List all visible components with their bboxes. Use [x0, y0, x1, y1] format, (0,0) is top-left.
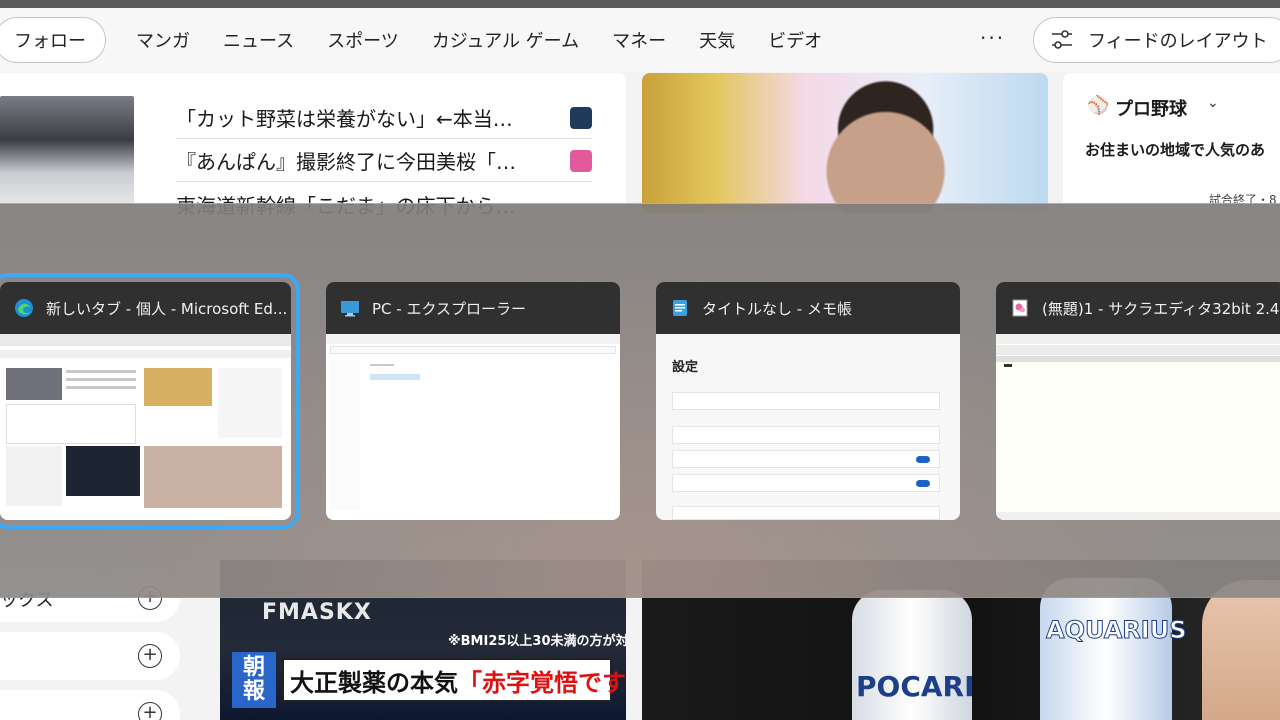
news-headline: 「カット野菜は栄養がない」←本当…	[176, 107, 513, 131]
plus-icon[interactable]: +	[138, 702, 162, 720]
news-item[interactable]: 『あんぱん』撮影終了に今田美桜「…	[176, 140, 592, 182]
window-thumbnail	[996, 334, 1280, 520]
browser-top-strip	[0, 0, 1280, 8]
follow-button[interactable]: フォロー	[0, 17, 106, 63]
thumb-list	[6, 446, 62, 506]
baseball-bat-icon: ⚾	[1087, 95, 1110, 116]
badge-char: 報	[242, 679, 265, 704]
feed-navigation: フォロー マンガ ニュース スポーツ カジュアル ゲーム マネー 天気 ビデオ …	[0, 8, 1280, 72]
baseball-team-thumbnail[interactable]	[0, 96, 134, 206]
sliders-icon	[1052, 30, 1072, 49]
monitor-icon	[341, 301, 359, 317]
switcher-window-notepad[interactable]: タイトルなし - メモ帳 設定	[656, 282, 960, 520]
thumb-image	[66, 446, 140, 496]
source-logo-icon	[570, 106, 592, 129]
feed-tabs: マンガ ニュース スポーツ カジュアル ゲーム マネー 天気 ビデオ	[136, 8, 855, 72]
tab-video[interactable]: ビデオ	[768, 27, 822, 53]
pro-baseball-card: ⚾ プロ野球 ⌄ お住まいの地域で人気のあ 試合終了・8	[1063, 73, 1280, 213]
chevron-down-icon[interactable]: ⌄	[1207, 95, 1219, 111]
notepad-icon	[673, 300, 687, 316]
feed-layout-button[interactable]: フィードのレイアウト	[1033, 17, 1280, 63]
tab-news[interactable]: ニュース	[223, 27, 294, 53]
task-switcher: 新しいタブ - 個人 - Microsoft Ed... PC - エクスプロー…	[0, 203, 1280, 598]
bottle-label: AQUARIUS	[1045, 616, 1187, 645]
headline-banner: 大正製薬の本気 「赤字覚悟です」	[282, 658, 626, 702]
plus-icon[interactable]: +	[138, 644, 162, 668]
list-item[interactable]: +	[0, 632, 180, 680]
thumb-toggle	[916, 456, 930, 463]
thumb-cursor	[1004, 364, 1012, 367]
fmaskx-text: FMASKX	[262, 600, 372, 625]
thumb-scores	[218, 368, 282, 438]
window-thumbnail	[0, 334, 291, 520]
window-thumbnail: 設定	[656, 334, 960, 520]
thumb-line	[66, 370, 136, 373]
tab-sports[interactable]: スポーツ	[327, 27, 399, 53]
thumb-line	[370, 364, 394, 366]
thumb-tabstrip	[0, 334, 291, 346]
window-title: PC - エクスプローラー	[372, 299, 527, 318]
thumb-image	[144, 446, 282, 508]
thumb-image	[144, 368, 212, 406]
bottle-label: POCARI	[856, 670, 975, 703]
badge-char: 朝	[242, 655, 265, 680]
pocari-bottle: POCARI	[852, 590, 975, 720]
window-titlebar: PC - エクスプローラー	[326, 282, 620, 334]
thumb-setting-row	[672, 474, 940, 492]
switcher-window-edge[interactable]: 新しいタブ - 個人 - Microsoft Ed...	[0, 273, 300, 529]
thumb-card	[6, 404, 136, 444]
thumb-toolbar	[996, 345, 1280, 355]
news-item[interactable]: 「カット野菜は栄養がない」←本当…	[176, 97, 592, 139]
window-title: (無題)1 - サクラエディタ32bit 2.4....	[1042, 299, 1280, 318]
thumb-line	[66, 386, 136, 389]
thumb-toolbar	[326, 334, 620, 344]
tab-casual-games[interactable]: カジュアル ゲーム	[432, 27, 579, 53]
more-tabs-button[interactable]: ···	[980, 26, 1005, 50]
thumb-statusbar	[996, 512, 1280, 520]
hero-image-card[interactable]	[642, 73, 1048, 213]
asahou-badge: 朝 報	[232, 652, 276, 708]
window-titlebar: タイトルなし - メモ帳	[656, 282, 960, 334]
tab-money[interactable]: マネー	[612, 27, 666, 53]
window-title: 新しいタブ - 個人 - Microsoft Ed...	[46, 299, 288, 318]
sakura-editor-icon	[1012, 299, 1028, 317]
aquarius-bottle: AQUARIUS	[1040, 578, 1187, 720]
bmi-note: ※BMI25以上30未満の方が対象です	[448, 634, 626, 649]
window-titlebar: (無題)1 - サクラエディタ32bit 2.4....	[996, 282, 1280, 334]
sports-card-title[interactable]: プロ野球	[1115, 95, 1187, 121]
window-thumbnail	[326, 334, 620, 520]
thumb-toggle	[916, 480, 930, 487]
thumb-addressbar	[330, 346, 616, 354]
feed-layout-label: フィードのレイアウト	[1088, 31, 1268, 52]
thumb-settings-title: 設定	[672, 360, 699, 375]
list-item[interactable]: +	[0, 690, 180, 720]
thumb-ruler	[996, 356, 1280, 362]
source-logo-icon	[570, 149, 592, 172]
banner-text: 大正製薬の本気	[290, 668, 458, 697]
tab-weather[interactable]: 天気	[699, 27, 735, 53]
banner-red-text: 「赤字覚悟です」	[458, 668, 626, 697]
window-title: タイトルなし - メモ帳	[702, 299, 852, 318]
switcher-window-explorer[interactable]: PC - エクスプローラー	[326, 282, 620, 520]
thumb-setting-row	[672, 506, 940, 520]
thumb-navbar	[0, 350, 291, 358]
news-card: 「カット野菜は栄養がない」←本当… 『あんぱん』撮影終了に今田美桜「… 東海道新…	[0, 73, 626, 218]
thumb-image	[6, 368, 62, 400]
thumb-setting-row	[672, 392, 940, 410]
sports-card-subtitle: お住まいの地域で人気のあ	[1085, 141, 1266, 159]
switcher-window-sakura-editor[interactable]: (無題)1 - サクラエディタ32bit 2.4....	[996, 282, 1280, 520]
thumb-line	[66, 378, 136, 381]
person-photo	[1202, 580, 1280, 720]
thumb-setting-row	[672, 450, 940, 468]
thumb-selected-item	[370, 374, 420, 380]
thumb-setting-row	[672, 426, 940, 444]
edge-icon	[15, 299, 33, 317]
thumb-menubar	[996, 334, 1280, 344]
tab-manga[interactable]: マンガ	[136, 27, 190, 53]
news-headline: 『あんぱん』撮影終了に今田美桜「…	[176, 150, 516, 174]
thumb-sidebar	[330, 360, 360, 510]
window-titlebar: 新しいタブ - 個人 - Microsoft Ed...	[0, 282, 291, 334]
